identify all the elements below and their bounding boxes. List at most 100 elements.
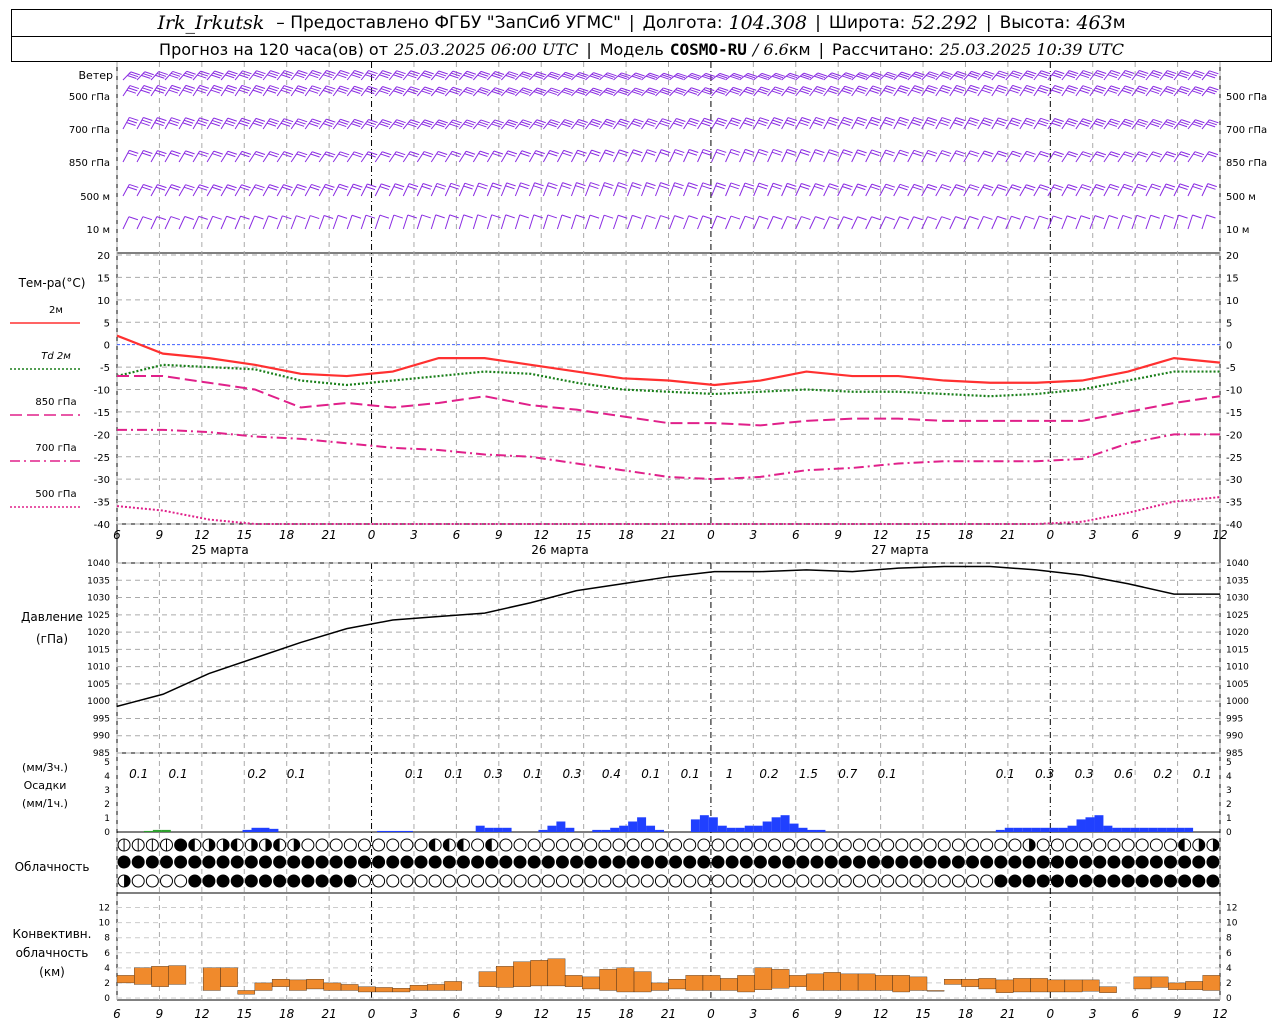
- wind-barb-flag: [1193, 153, 1203, 158]
- wind-barb-flag: [296, 215, 306, 220]
- cloud-symbol: [188, 874, 202, 888]
- wind-barb-flag: [1023, 89, 1033, 94]
- wind-barb-flag: [998, 150, 1008, 155]
- cloud-symbol: [357, 874, 371, 888]
- wind-barb-shaft: [458, 182, 466, 197]
- cloud-circle: [273, 874, 287, 888]
- cloud-circle: [852, 838, 866, 852]
- cloud-symbol: [980, 838, 994, 852]
- cloud-circle: [951, 838, 965, 852]
- cloud-symbol: [711, 838, 725, 852]
- wind-barb-shaft: [949, 216, 957, 230]
- cloud-circle: [838, 874, 852, 888]
- temp-ytick: -15: [94, 408, 110, 419]
- wind-barb-flag: [1066, 186, 1077, 191]
- wind-barb-shaft: [346, 151, 355, 163]
- precip-bar: [655, 829, 665, 832]
- cloud-circle: [669, 855, 683, 869]
- wind-barb-flag: [1067, 153, 1077, 158]
- wind-barb-flag: [1080, 215, 1091, 220]
- wind-barb-shaft: [584, 182, 591, 197]
- wind-barb-flag: [1206, 214, 1216, 219]
- cloud-circle: [669, 874, 683, 888]
- wind-barb-shaft: [1131, 215, 1138, 230]
- conv-cloud-bar: [616, 967, 635, 993]
- wind-barb-flag: [771, 122, 781, 127]
- wind-barb-flag: [212, 153, 222, 158]
- cloud-circle: [867, 838, 881, 852]
- wind-barb-shaft: [683, 215, 690, 230]
- wind-barb-flag: [1054, 85, 1064, 89]
- wind-barb-flag: [731, 148, 741, 153]
- wind-barb-flag: [142, 87, 152, 92]
- wind-barb-flag: [1111, 70, 1121, 74]
- wind-barb-shaft: [1019, 215, 1026, 230]
- wind-barb-flag: [830, 85, 841, 90]
- cloud-symbol: [1149, 855, 1163, 869]
- wind-barb-flag: [787, 215, 797, 220]
- cloud-symbol: [810, 855, 824, 869]
- cloud-symbol: [1036, 855, 1050, 869]
- temp-ytick: -35: [94, 498, 110, 509]
- precip-bar: [1112, 827, 1122, 832]
- wind-barb-flag: [589, 214, 600, 219]
- wind-barb-flag: [184, 216, 194, 220]
- wind-barb-flag: [942, 85, 952, 89]
- precip-ytick: 1: [104, 814, 110, 824]
- conv-cloud-bar: [1099, 986, 1117, 993]
- wind-barb-flag: [884, 119, 894, 124]
- wind-barb-shaft: [360, 151, 369, 163]
- wind-barb-flag: [296, 120, 306, 125]
- wind-barb-shaft: [220, 216, 228, 230]
- conv-cloud-bar: [1081, 979, 1100, 992]
- wind-barb-shaft: [570, 149, 579, 163]
- wind-barb-shaft: [865, 216, 873, 230]
- wind-barb-shaft: [458, 214, 465, 230]
- precip-3h-label: 0.1: [129, 767, 148, 781]
- cloud-circle: [1192, 874, 1206, 888]
- cloud-circle: [796, 855, 810, 869]
- cloud-symbol: [1093, 874, 1107, 888]
- wind-barb-flag: [659, 151, 670, 156]
- wind-barb-shaft: [500, 214, 507, 230]
- wind-barb-shaft: [851, 149, 859, 163]
- wind-barb-flag: [659, 185, 669, 190]
- wind-barb-flag: [340, 118, 350, 123]
- cloud-circle: [1121, 874, 1135, 888]
- wind-barb-flag: [326, 118, 336, 123]
- cloud-symbol: [923, 855, 937, 869]
- precip-bar: [1085, 817, 1095, 832]
- wind-barb-flag: [646, 120, 657, 125]
- wind-barb-flag: [998, 84, 1008, 89]
- wind-barb-flag: [224, 122, 234, 127]
- cloud-symbol: [867, 855, 881, 869]
- cloud-symbol: [584, 874, 598, 888]
- pressure-ytick-right: 1010: [1226, 663, 1249, 673]
- wind-barb-flag: [210, 89, 221, 94]
- wind-barb-flag: [926, 186, 936, 191]
- wind-barb-flag: [450, 153, 460, 158]
- wind-barb-flag: [1206, 185, 1216, 190]
- cloud-symbol: [258, 838, 272, 852]
- wind-barb-flag: [842, 186, 852, 191]
- wind-barb-flag: [1124, 151, 1135, 156]
- wind-barb-flag: [1124, 118, 1135, 123]
- hour-tick-top: 15: [576, 528, 591, 542]
- cloud-symbol: [654, 838, 668, 852]
- wind-barb-flag: [142, 216, 153, 221]
- precip-bar: [565, 827, 575, 832]
- cloud-circle: [174, 874, 188, 888]
- wind-barb-flag: [940, 152, 950, 157]
- wind-barb-flag: [199, 84, 210, 89]
- precip-ytick-right: 4: [1226, 772, 1232, 782]
- wind-barb-shaft: [739, 182, 746, 197]
- cloud-circle: [541, 874, 555, 888]
- hour-tick-top: 21: [1000, 528, 1015, 542]
- wind-barb-flag: [311, 183, 321, 188]
- cloud-symbol: [1206, 838, 1220, 852]
- cloud-circle: [1022, 874, 1036, 888]
- temp-ytick-right: -20: [1226, 430, 1242, 441]
- wind-barb-flag: [213, 150, 223, 155]
- wind-barb-flag: [505, 214, 515, 219]
- wind-barb-flag: [492, 152, 502, 157]
